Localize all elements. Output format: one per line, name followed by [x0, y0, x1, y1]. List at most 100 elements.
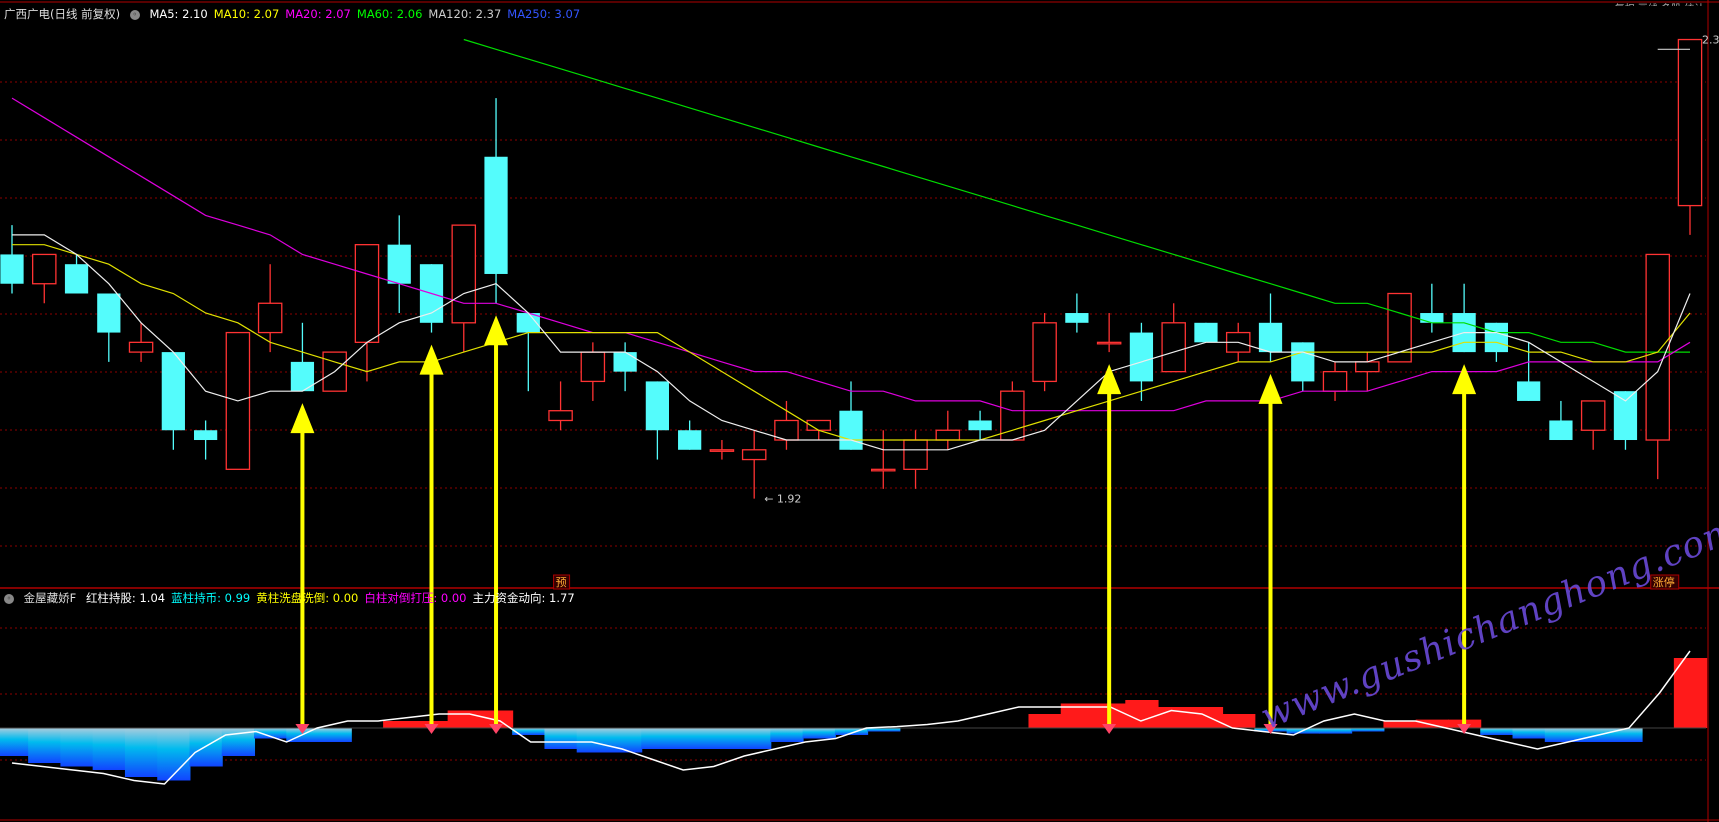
price-high-label: 2.38 — [1702, 34, 1719, 47]
blue-bar — [802, 728, 836, 739]
indicator-legend-item-0: 红柱持股: 1.04 — [85, 591, 166, 605]
candle-body — [1580, 400, 1606, 431]
signal-diamond — [424, 724, 439, 734]
kline-chart[interactable]: 2.38← 1.92预涨停 — [0, 0, 1719, 822]
candle-body — [193, 430, 218, 441]
candle-body — [645, 381, 670, 431]
indicator-legend-item-3: 白柱对倒打压: 0.00 — [364, 591, 467, 605]
candle-body — [128, 341, 154, 353]
red-bar — [1189, 707, 1224, 728]
blue-bar — [157, 728, 191, 781]
top-menu-strip[interactable]: 复权 画线 多股 统计 ... — [1615, 0, 1717, 6]
candle-body — [1484, 322, 1509, 353]
blue-bar — [1577, 728, 1611, 742]
indicator-settings-icon[interactable]: ◦ — [4, 593, 14, 604]
ma-legend-item-4: MA120: 2.37 — [428, 7, 502, 21]
ma20-line — [11, 97, 1691, 412]
candle-body — [64, 264, 89, 294]
money-flow-line — [11, 650, 1691, 785]
candle-body — [678, 430, 702, 450]
blue-bar — [512, 728, 546, 735]
ma-legend-item-0: MA5: 2.10 — [149, 7, 208, 21]
candle-body — [580, 351, 606, 383]
candle-body — [741, 449, 767, 461]
ma-legend-item-2: MA20: 2.07 — [285, 7, 351, 21]
indicator-legend-item-4: 主力资金动向: 1.77 — [472, 591, 575, 605]
candle-body — [1549, 420, 1573, 441]
candle-body — [1032, 322, 1057, 383]
signal-arrow-head — [484, 315, 509, 346]
signal-diamond — [489, 724, 504, 734]
signal-diamond — [1102, 724, 1117, 734]
candle-body — [1420, 313, 1444, 323]
indicator-header: ◦ 金屋藏娇F 红柱持股: 1.04 蓝柱持币: 0.99 黄柱洗盘洗倒: 0.00… — [4, 590, 587, 606]
blue-bar — [1544, 728, 1579, 742]
blue-bar — [1480, 728, 1514, 735]
candle-body — [903, 439, 928, 470]
main-chart-header: 广西广电(日线 前复权) ◦ MA5: 2.10 MA10: 2.07 MA20: … — [4, 6, 592, 22]
red-bar — [1415, 719, 1449, 728]
marker-yu: 预 — [556, 576, 567, 589]
signal-arrow-head — [1258, 373, 1283, 404]
candle-body — [0, 254, 24, 284]
candle-body — [613, 352, 637, 372]
candle-body — [1161, 322, 1186, 373]
candle-body — [451, 224, 477, 324]
candle-body — [935, 429, 961, 441]
blue-bar — [318, 728, 352, 742]
candle-body — [1194, 322, 1218, 343]
candle-body — [548, 410, 573, 422]
candle-body — [1258, 322, 1283, 353]
candle-body — [1517, 381, 1541, 401]
blue-bar — [1512, 728, 1546, 739]
price-low-label: ← 1.92 — [764, 493, 801, 506]
blue-bar — [673, 728, 707, 749]
ma-legend: MA5: 2.10 MA10: 2.07 MA20: 2.07 MA60: 2.06 M… — [149, 7, 586, 21]
blue-bar — [60, 728, 94, 767]
candle-body — [709, 449, 735, 452]
candle-body — [1645, 253, 1670, 441]
indicator-legend: 红柱持股: 1.04 蓝柱持币: 0.99 黄柱洗盘洗倒: 0.00 白柱对倒打压: … — [86, 591, 581, 605]
settings-circle-icon[interactable]: ◦ — [129, 9, 140, 20]
red-bar — [1125, 700, 1159, 728]
candle-body — [354, 244, 380, 343]
blue-bar — [867, 728, 901, 732]
candle-body — [1129, 332, 1154, 382]
red-bar — [1673, 658, 1708, 728]
blue-bar — [28, 728, 62, 763]
candle-body — [1322, 370, 1348, 392]
indicator-name[interactable]: 金屋藏娇F — [24, 591, 77, 605]
blue-bar — [1318, 728, 1353, 734]
blue-bar — [124, 728, 159, 777]
blue-bar — [1609, 728, 1643, 742]
candle-body — [484, 156, 508, 274]
candle-body — [871, 468, 896, 472]
candle-body — [1096, 341, 1122, 345]
candle-body — [161, 352, 185, 431]
blue-bar — [705, 728, 740, 749]
candle-body — [32, 253, 57, 285]
candle-body — [1291, 342, 1315, 382]
indicator-legend-item-2: 黄柱洗盘洗倒: 0.00 — [256, 591, 359, 605]
blue-bar — [641, 728, 675, 749]
indicator-legend-item-1: 蓝柱持币: 0.99 — [171, 591, 251, 605]
blue-bar — [0, 728, 30, 756]
red-bar — [383, 721, 417, 728]
blue-bar — [544, 728, 578, 749]
blue-bar — [608, 728, 643, 753]
candle-body — [968, 420, 992, 431]
stock-title[interactable]: 广西广电(日线 前复权) — [4, 7, 120, 21]
blue-bar — [576, 728, 610, 753]
red-bar — [1383, 721, 1417, 728]
candle-body — [1355, 361, 1380, 373]
candle-body — [1677, 38, 1703, 207]
ma-legend-item-5: MA250: 3.07 — [507, 7, 581, 21]
signal-arrow-head — [1452, 364, 1477, 395]
red-bar — [447, 710, 481, 728]
candle-body — [1613, 391, 1638, 441]
blue-bar — [1351, 728, 1385, 732]
blue-bar — [770, 728, 804, 742]
candle-body — [387, 244, 411, 284]
ma-legend-item-3: MA60: 2.06 — [356, 7, 423, 21]
blue-bar — [189, 728, 223, 767]
